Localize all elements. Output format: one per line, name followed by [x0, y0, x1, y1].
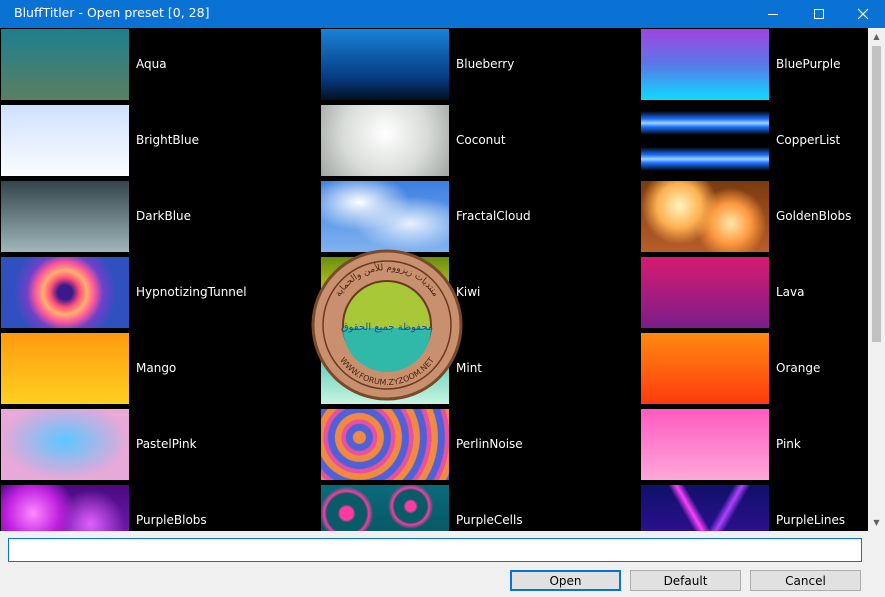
maximize-button[interactable]	[796, 0, 842, 28]
preset-item[interactable]: FractalCloud	[320, 180, 640, 256]
preset-item[interactable]: Mint	[320, 332, 640, 408]
scroll-down-icon[interactable]: ▼	[868, 514, 885, 531]
maximize-icon	[814, 9, 824, 19]
preset-thumbnail[interactable]	[1, 29, 129, 100]
preset-item[interactable]: PurpleCells	[320, 484, 640, 531]
preset-label: PastelPink	[136, 437, 197, 451]
preset-item[interactable]: PurpleLines	[640, 484, 868, 531]
preset-thumbnail[interactable]	[1, 485, 129, 531]
preset-label: HypnotizingTunnel	[136, 285, 247, 299]
preset-thumbnail[interactable]	[1, 105, 129, 176]
preset-label: DarkBlue	[136, 209, 192, 223]
preset-label: Mint	[456, 361, 482, 375]
preset-thumbnail[interactable]	[321, 409, 449, 480]
preset-label: Lava	[776, 285, 805, 299]
preset-thumbnail[interactable]	[321, 181, 449, 252]
preset-item[interactable]: BrightBlue	[0, 104, 320, 180]
preset-name-input[interactable]	[8, 538, 862, 562]
preset-label: PurpleBlobs	[136, 513, 207, 527]
preset-label: CopperList	[776, 133, 841, 147]
close-button[interactable]	[840, 0, 885, 28]
preset-thumbnail[interactable]	[641, 181, 769, 252]
preset-thumbnail[interactable]	[321, 257, 449, 328]
preset-thumbnail[interactable]	[321, 485, 449, 531]
preset-label: FractalCloud	[456, 209, 531, 223]
preset-thumbnail[interactable]	[1, 333, 129, 404]
preset-item[interactable]: PerlinNoise	[320, 408, 640, 484]
preset-grid: Aqua Blueberry BluePurple BrightBlue Coconut…	[0, 28, 868, 531]
preset-thumbnail[interactable]	[641, 105, 769, 176]
preset-label: Mango	[136, 361, 177, 375]
minimize-icon	[768, 13, 778, 15]
preset-label: Orange	[776, 361, 821, 375]
open-preset-dialog: BluffTitler - Open preset [0, 28] Aqua Bl…	[0, 0, 885, 597]
preset-item[interactable]: Aqua	[0, 28, 320, 104]
preset-item[interactable]: BluePurple	[640, 28, 868, 104]
preset-item[interactable]: Lava	[640, 256, 868, 332]
preset-label: Coconut	[456, 133, 506, 147]
preset-thumbnail[interactable]	[641, 333, 769, 404]
preset-label: Aqua	[136, 57, 167, 71]
preset-item[interactable]: Pink	[640, 408, 868, 484]
preset-item[interactable]: Orange	[640, 332, 868, 408]
preset-label: Kiwi	[456, 285, 481, 299]
default-button[interactable]: Default	[630, 570, 741, 591]
scroll-up-icon[interactable]: ▲	[868, 28, 885, 45]
close-icon	[857, 8, 869, 20]
preset-thumbnail[interactable]	[321, 333, 449, 404]
preset-label: PurpleLines	[776, 513, 846, 527]
preset-thumbnail[interactable]	[641, 29, 769, 100]
preset-item[interactable]: Coconut	[320, 104, 640, 180]
preset-label: BrightBlue	[136, 133, 199, 147]
preset-thumbnail[interactable]	[1, 257, 129, 328]
preset-item[interactable]: Kiwi	[320, 256, 640, 332]
preset-item[interactable]: PastelPink	[0, 408, 320, 484]
preset-label: PerlinNoise	[456, 437, 523, 451]
preset-item[interactable]: DarkBlue	[0, 180, 320, 256]
preset-thumbnail[interactable]	[641, 257, 769, 328]
preset-item[interactable]: Blueberry	[320, 28, 640, 104]
preset-item[interactable]: CopperList	[640, 104, 868, 180]
preset-label: PurpleCells	[456, 513, 523, 527]
cancel-button[interactable]: Cancel	[750, 570, 861, 591]
preset-label: BluePurple	[776, 57, 841, 71]
window-title: BluffTitler - Open preset [0, 28]	[14, 5, 210, 20]
preset-label: Pink	[776, 437, 801, 451]
open-button[interactable]: Open	[510, 570, 621, 591]
preset-item[interactable]: GoldenBlobs	[640, 180, 868, 256]
preset-thumbnail[interactable]	[1, 181, 129, 252]
preset-item[interactable]: PurpleBlobs	[0, 484, 320, 531]
scrollbar-thumb[interactable]	[872, 46, 881, 342]
preset-thumbnail[interactable]	[641, 485, 769, 531]
preset-thumbnail[interactable]	[641, 409, 769, 480]
preset-thumbnail[interactable]	[321, 105, 449, 176]
title-bar[interactable]: BluffTitler - Open preset [0, 28]	[0, 0, 885, 28]
minimize-button[interactable]	[750, 0, 796, 28]
preset-label: GoldenBlobs	[776, 209, 852, 223]
vertical-scrollbar[interactable]: ▲ ▼	[868, 28, 885, 531]
preset-thumbnail[interactable]	[321, 29, 449, 100]
preset-item[interactable]: HypnotizingTunnel	[0, 256, 320, 332]
preset-label: Blueberry	[456, 57, 515, 71]
preset-thumbnail[interactable]	[1, 409, 129, 480]
preset-item[interactable]: Mango	[0, 332, 320, 408]
